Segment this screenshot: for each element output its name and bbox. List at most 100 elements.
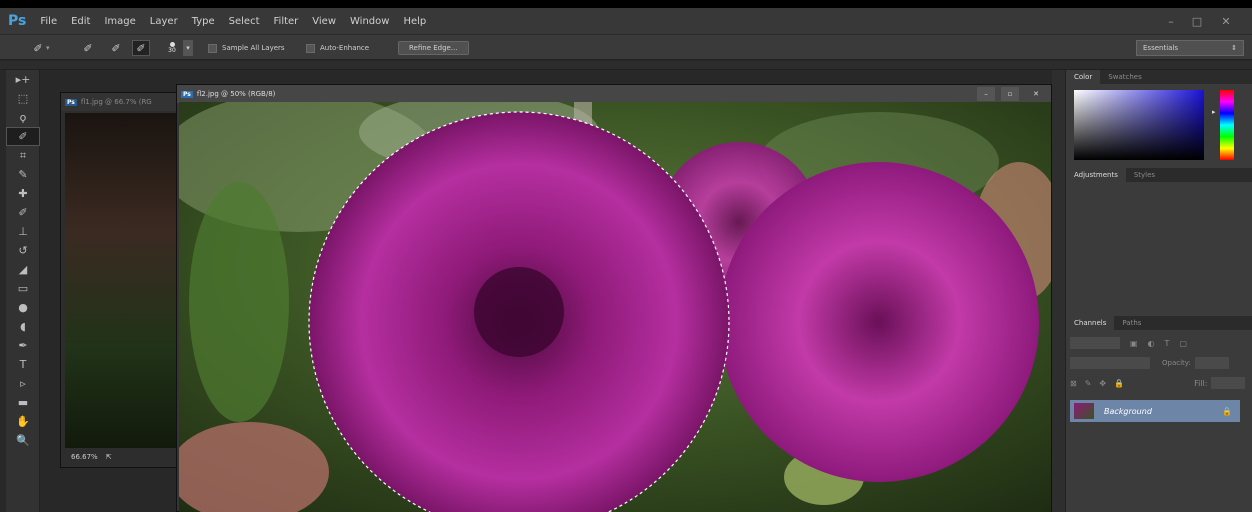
blur-drop-icon: ● (18, 301, 28, 314)
refine-edge-button[interactable]: Refine Edge... (398, 40, 469, 56)
blend-row: Opacity: (1070, 356, 1248, 370)
tool-path-selection[interactable]: ▹ (6, 374, 40, 393)
workspace-switcher[interactable]: Essentials ⇕ (1136, 40, 1244, 56)
app-logo: Ps (8, 13, 27, 29)
subtract-selection-icon: ✐ (136, 41, 146, 55)
menu-type[interactable]: Type (192, 16, 215, 27)
tool-eraser[interactable]: ◢ (6, 260, 40, 279)
subtract-selection-button[interactable]: ✐ (132, 40, 150, 56)
move-icon: ▸+ (15, 73, 31, 86)
lock-position-icon[interactable]: ✥ (1099, 379, 1106, 388)
share-icon: ⇱ (105, 453, 112, 461)
add-to-selection-button[interactable]: ✐ (108, 40, 124, 56)
menu-file[interactable]: File (40, 16, 57, 27)
hue-pointer-icon: ▸ (1212, 108, 1216, 116)
tool-lasso[interactable]: ϙ (6, 108, 40, 127)
back-document-canvas[interactable] (65, 113, 177, 448)
tool-stamp[interactable]: ⊥ (6, 222, 40, 241)
lock-transparent-icon[interactable]: ⊠ (1070, 379, 1077, 388)
tool-blur[interactable]: ● (6, 298, 40, 317)
menu-image[interactable]: Image (104, 16, 135, 27)
tool-hand[interactable]: ✋ (6, 412, 40, 431)
type-filter-icon[interactable]: T (1165, 339, 1170, 348)
tool-brush[interactable]: ✐ (6, 203, 40, 222)
tab-adjustments[interactable]: Adjustments (1066, 168, 1126, 182)
fill-label: Fill: (1194, 378, 1208, 388)
hue-slider[interactable] (1220, 90, 1234, 160)
layers-panel-tabs: Channels Paths (1066, 316, 1252, 330)
fill-input[interactable] (1211, 377, 1246, 389)
restore-button[interactable]: □ (1186, 8, 1208, 34)
panel-collapse-bar (1052, 70, 1065, 512)
brush-options-dropdown[interactable]: ▾ (183, 40, 193, 56)
tool-history-brush[interactable]: ↺ (6, 241, 40, 260)
new-selection-button[interactable]: ✐ (80, 40, 96, 56)
tab-color[interactable]: Color (1066, 70, 1101, 84)
blend-mode-dropdown[interactable] (1070, 357, 1150, 369)
tool-dodge[interactable]: ◖ (6, 317, 40, 336)
tool-crop[interactable]: ⌗ (6, 146, 40, 165)
tool-gradient[interactable]: ▭ (6, 279, 40, 298)
shape-filter-icon[interactable]: ▢ (1179, 339, 1187, 348)
tool-zoom[interactable]: 🔍 (6, 431, 40, 450)
tab-channels[interactable]: Channels (1066, 316, 1115, 330)
back-document-tab[interactable]: Ps fl1.jpg @ 66.7% (RG (61, 93, 177, 111)
layer-row-background[interactable]: Background 🔒 (1070, 400, 1240, 422)
menu-help[interactable]: Help (403, 16, 426, 27)
tool-marquee[interactable]: ⬚ (6, 89, 40, 108)
layers-panel: Channels Paths ▣ ◐ T ▢ Opacity: ⊠ ✎ ✥ 🔒 … (1065, 316, 1252, 512)
lock-all-icon[interactable]: 🔒 (1114, 379, 1124, 388)
menu-filter[interactable]: Filter (274, 16, 299, 27)
path-selection-icon: ▹ (20, 377, 26, 390)
opacity-input[interactable] (1194, 357, 1229, 369)
ps-doc-icon: Ps (181, 90, 193, 98)
tool-eyedropper[interactable]: ✎ (6, 165, 40, 184)
toolbox: ▸+ ⬚ ϙ ✐ ⌗ ✎ ✚ ✐ ⊥ ↺ ◢ ▭ ● ◖ ✒ T ▹ ▬ ✋ 🔍 (6, 70, 40, 512)
tool-move[interactable]: ▸+ (6, 70, 40, 89)
menu-edit[interactable]: Edit (71, 16, 90, 27)
tool-shape[interactable]: ▬ (6, 393, 40, 412)
panel-dock-header (0, 61, 1252, 70)
color-field[interactable] (1074, 90, 1204, 160)
history-brush-icon: ↺ (18, 244, 28, 257)
lock-row: ⊠ ✎ ✥ 🔒 Fill: (1070, 376, 1248, 390)
tool-type[interactable]: T (6, 355, 40, 374)
tab-styles[interactable]: Styles (1126, 171, 1163, 179)
document-window-back[interactable]: Ps fl1.jpg @ 66.7% (RG 66.67% ⇱ (60, 92, 178, 468)
menu-window[interactable]: Window (350, 16, 389, 27)
doc-restore-button[interactable]: ▫ (1001, 87, 1019, 101)
sample-all-layers-label: Sample All Layers (222, 44, 285, 52)
menu-select[interactable]: Select (229, 16, 260, 27)
doc-close-button[interactable]: ✕ (1027, 87, 1045, 101)
adjustment-filter-icon[interactable]: ◐ (1148, 339, 1155, 348)
tool-pen[interactable]: ✒ (6, 336, 40, 355)
tool-quick-selection[interactable]: ✐ (6, 127, 40, 146)
lock-pixels-icon[interactable]: ✎ (1085, 379, 1092, 388)
quick-selection-preset-picker[interactable]: ✐ ▾ (30, 40, 49, 56)
dahlia-flower-right (719, 162, 1039, 482)
auto-enhance-checkbox[interactable]: Auto-Enhance (306, 40, 369, 56)
menu-view[interactable]: View (312, 16, 336, 27)
tool-healing[interactable]: ✚ (6, 184, 40, 203)
layer-kind-dropdown[interactable] (1070, 337, 1120, 349)
front-document-tab[interactable]: Ps fl2.jpg @ 50% (RGB/8) – ▫ ✕ (177, 85, 1051, 103)
quick-selection-icon: ✐ (18, 130, 28, 143)
tab-paths[interactable]: Paths (1114, 319, 1149, 327)
back-document-title: fl1.jpg @ 66.7% (RG (80, 98, 152, 106)
title-strip (0, 0, 1252, 8)
minimize-button[interactable]: – (1160, 8, 1182, 34)
image-filter-icon[interactable]: ▣ (1130, 339, 1138, 348)
brush-picker[interactable]: 30 (165, 40, 179, 56)
gradient-icon: ▭ (17, 282, 29, 295)
tab-swatches[interactable]: Swatches (1100, 73, 1149, 81)
new-selection-icon: ✐ (83, 41, 93, 55)
sample-all-layers-checkbox[interactable]: Sample All Layers (208, 40, 285, 56)
close-button[interactable]: ✕ (1215, 8, 1237, 34)
workspace-label: Essentials (1143, 44, 1179, 52)
back-document-status-bar: 66.67% ⇱ (65, 449, 177, 465)
refine-edge-label: Refine Edge... (398, 41, 469, 55)
menu-layer[interactable]: Layer (150, 16, 178, 27)
photo-canvas[interactable] (179, 102, 1051, 512)
doc-minimize-button[interactable]: – (977, 87, 995, 101)
document-window-front[interactable]: Ps fl2.jpg @ 50% (RGB/8) – ▫ ✕ (176, 84, 1052, 512)
